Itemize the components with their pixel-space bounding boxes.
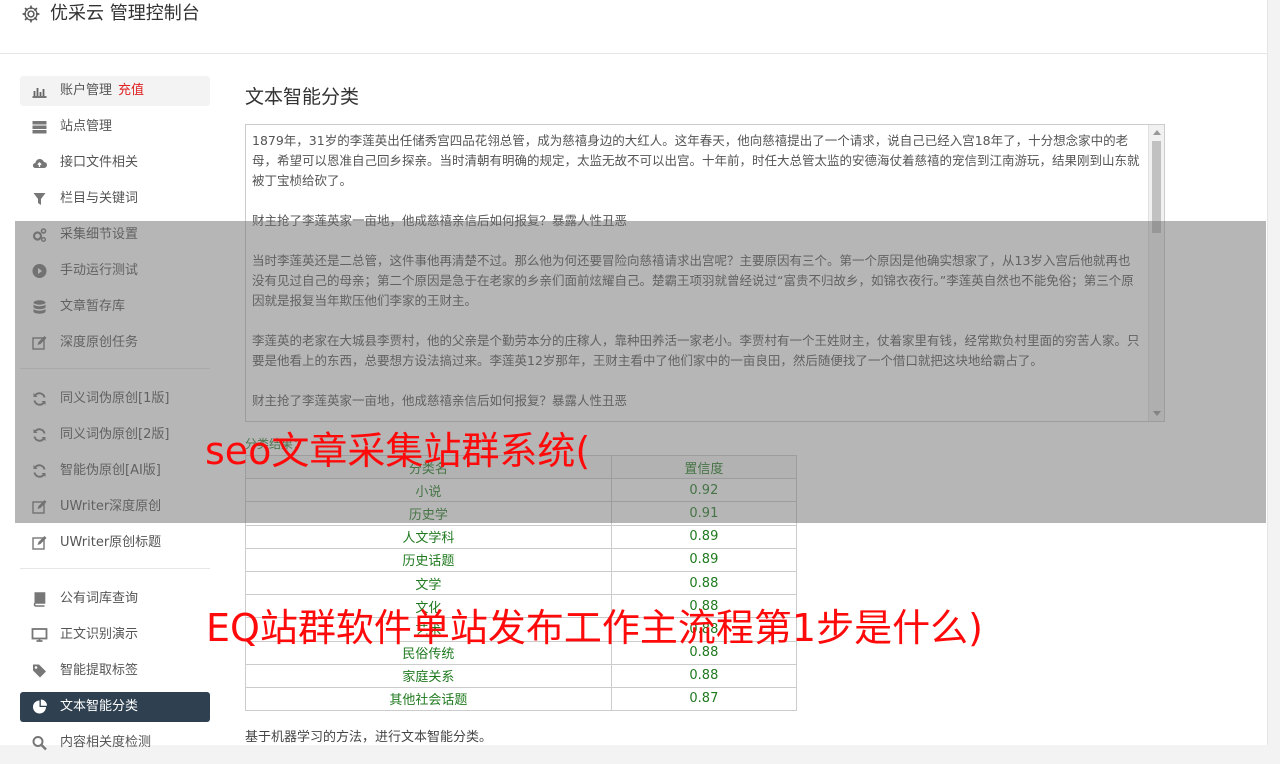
sidebar-item-columns-keywords[interactable]: 栏目与关键词 — [20, 184, 210, 214]
overlay-caption: EQ站群软件单站发布工作主流程第1步是什么) — [206, 606, 983, 650]
confidence-cell: 0.87 — [610, 686, 798, 712]
sidebar-item-label: 正文识别演示 — [60, 627, 139, 642]
cloud-upload-icon — [32, 159, 47, 169]
scrollbar-thumb[interactable] — [1152, 141, 1161, 233]
category-cell: 家庭关系 — [245, 663, 612, 688]
sidebar-item-account[interactable]: 账户管理 充值 — [20, 76, 210, 106]
scroll-up-icon[interactable] — [1153, 130, 1161, 135]
category-cell: 人文学科 — [245, 524, 612, 549]
sidebar-item-label: 公有词库查询 — [60, 591, 139, 606]
sidebar-item-label: 文本智能分类 — [60, 699, 139, 714]
watermark-overlay — [15, 221, 1266, 523]
sidebar-item-label: 接口文件相关 — [60, 155, 139, 170]
edit-icon — [32, 536, 47, 550]
bar-chart-icon — [32, 88, 47, 98]
table-row: 人文学科 0.89 — [245, 524, 798, 549]
category-cell: 文学 — [245, 570, 612, 596]
sidebar-item-tag-extract[interactable]: 智能提取标签 — [20, 656, 210, 686]
confidence-cell: 0.88 — [610, 663, 798, 688]
sidebar-item-label: 栏目与关键词 — [60, 191, 139, 206]
sidebar-item-text-classify[interactable]: 文本智能分类 — [20, 692, 210, 722]
table-row: 其他社会话题 0.87 — [245, 686, 798, 712]
sidebar-item-text-recognition[interactable]: 正文识别演示 — [20, 620, 210, 650]
confidence-cell: 0.89 — [610, 547, 798, 572]
sidebar-item-label: 智能提取标签 — [60, 663, 139, 678]
confidence-cell: 0.89 — [610, 524, 798, 549]
book-icon — [33, 592, 46, 607]
app-title: 优采云 管理控制台 — [50, 3, 200, 24]
sidebar-item-label: UWriter原创标题 — [60, 535, 162, 550]
category-cell: 其他社会话题 — [245, 686, 612, 712]
table-row: 文学 0.88 — [245, 570, 798, 596]
sidebar-item-sites[interactable]: 站点管理 — [20, 112, 210, 142]
monitor-icon — [31, 628, 48, 642]
overlay-caption: seo文章采集站群系统( — [205, 429, 591, 473]
sidebar-item-uwriter-title[interactable]: UWriter原创标题 — [20, 528, 210, 558]
table-row: 家庭关系 0.88 — [245, 663, 798, 688]
article-paragraph: 1879年，31岁的李莲英出任储秀宫四品花翎总管，成为慈禧身边的大红人。这年春天… — [252, 133, 1140, 188]
filter-icon — [33, 193, 46, 205]
sidebar-item-label: 内容相关度检测 — [60, 735, 152, 750]
gear-icon — [22, 5, 40, 23]
confidence-cell: 0.88 — [610, 570, 798, 596]
sidebar-divider — [20, 568, 210, 569]
pie-chart-icon — [33, 699, 47, 714]
sidebar-item-label: 站点管理 — [60, 119, 113, 134]
top-bar: 优采云 管理控制台 — [0, 0, 1268, 54]
page-title: 文本智能分类 — [245, 86, 360, 108]
main-panel: 文本智能分类 1879年，31岁的李莲英出任储秀宫四品花翎总管，成为慈禧身边的大… — [245, 84, 1165, 745]
tag-icon — [33, 664, 46, 678]
table-row: 历史话题 0.89 — [245, 547, 798, 572]
sidebar-item-label: 账户管理 — [60, 83, 113, 98]
sidebar-item-public-lexicon[interactable]: 公有词库查询 — [20, 584, 210, 614]
category-cell: 历史话题 — [245, 547, 612, 572]
footer-note: 基于机器学习的方法，进行文本智能分类。 — [245, 730, 493, 745]
recharge-link[interactable]: 充值 — [118, 83, 144, 98]
sidebar-item-relevance-check[interactable]: 内容相关度检测 — [20, 728, 210, 758]
server-icon — [32, 121, 47, 134]
search-icon — [32, 736, 47, 751]
sidebar-item-interface-files[interactable]: 接口文件相关 — [20, 148, 210, 178]
